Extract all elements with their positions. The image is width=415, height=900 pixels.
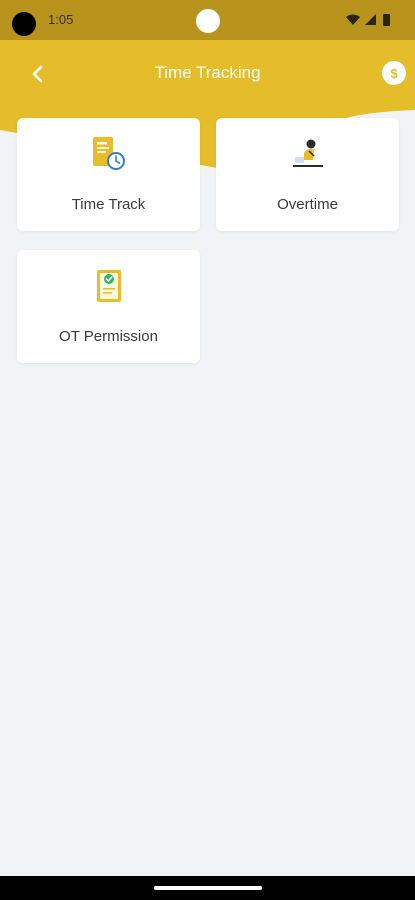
overtime-card[interactable]: Overtime	[216, 118, 399, 231]
ot-permission-card[interactable]: OT Permission	[17, 250, 200, 363]
approved-document-icon	[97, 270, 121, 302]
card-label: Time Track	[71, 196, 146, 213]
wifi-icon	[346, 14, 360, 25]
battery-icon	[383, 14, 390, 26]
coin-button[interactable]: $	[382, 61, 406, 85]
person-at-desk-icon	[293, 139, 323, 167]
card-label: Overtime	[277, 196, 338, 213]
home-indicator[interactable]	[154, 886, 262, 890]
signal-icon	[365, 14, 376, 25]
camera-icon	[12, 12, 36, 36]
system-nav-bar	[0, 876, 415, 900]
status-time: 1:05	[48, 12, 74, 27]
status-icons	[346, 14, 390, 26]
status-bar: 1:05	[0, 0, 415, 40]
time-track-card[interactable]: Time Track	[17, 118, 200, 231]
page-title: Time Tracking	[154, 63, 261, 82]
card-label: OT Permission	[59, 328, 158, 345]
document-clock-icon	[93, 137, 125, 170]
front-camera-icon	[196, 9, 220, 33]
dollar-coin-icon: $	[390, 65, 398, 81]
